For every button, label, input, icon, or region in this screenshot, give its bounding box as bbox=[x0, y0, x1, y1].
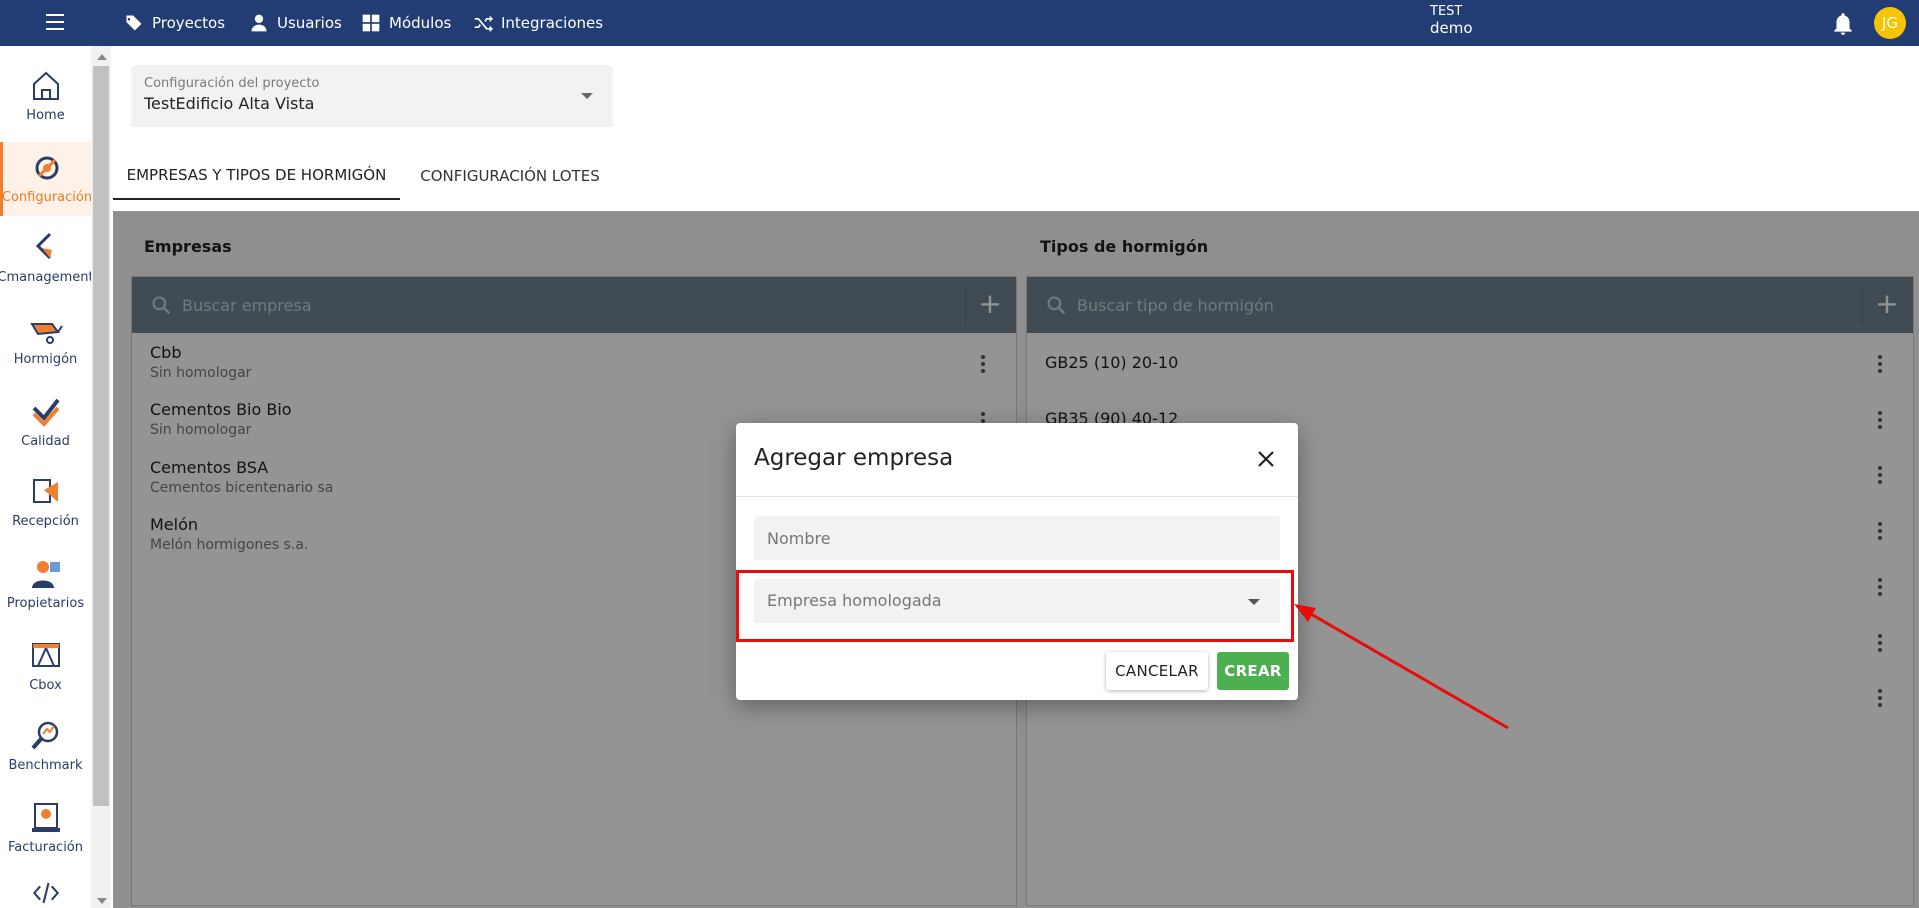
sidebar-label-cbox: Cbox bbox=[29, 678, 62, 693]
nombre-input[interactable] bbox=[754, 516, 1280, 560]
sidebar-item-benchmark[interactable]: Benchmark bbox=[0, 710, 91, 784]
sidebar-item-home[interactable]: Home bbox=[0, 60, 91, 134]
scroll-up-arrow-icon[interactable] bbox=[97, 54, 107, 60]
tab-configuracion-lotes[interactable]: CONFIGURACIÓN LOTES bbox=[400, 152, 620, 200]
sidebar-label-cmanagement: Cmanagement bbox=[0, 270, 91, 285]
sidebar-item-code[interactable] bbox=[0, 870, 91, 908]
sidebar-label-hormigon: Hormigón bbox=[13, 352, 78, 367]
tab-empresas-tipos[interactable]: EMPRESAS Y TIPOS DE HORMIGÓN bbox=[113, 152, 400, 200]
nav-usuarios-label: Usuarios bbox=[277, 14, 342, 32]
sidebar-label-calidad: Calidad bbox=[21, 434, 70, 449]
grid-icon bbox=[362, 14, 380, 32]
shuffle-icon bbox=[474, 15, 493, 33]
create-button[interactable]: CREAR bbox=[1217, 652, 1289, 690]
home-icon bbox=[32, 71, 59, 100]
nav-usuarios[interactable]: Usuarios bbox=[249, 0, 342, 46]
project-select-label: Configuración del proyecto bbox=[144, 76, 320, 91]
sidebar-item-propietarios[interactable]: Propietarios bbox=[0, 548, 91, 622]
code-icon bbox=[32, 882, 59, 904]
cmanagement-icon bbox=[35, 232, 52, 260]
quality-check-icon bbox=[32, 398, 60, 427]
nav-modulos-label: Módulos bbox=[389, 14, 452, 32]
nav-modulos[interactable]: Módulos bbox=[361, 0, 451, 46]
nombre-field[interactable] bbox=[754, 516, 1280, 560]
sidebar-item-cbox[interactable]: Cbox bbox=[0, 630, 91, 704]
sidebar-item-configuracion[interactable]: Configuración bbox=[0, 142, 91, 216]
nav-integraciones-label: Integraciones bbox=[501, 14, 604, 32]
sidebar-item-hormigon[interactable]: Hormigón bbox=[0, 304, 91, 378]
annotation-arrow-icon bbox=[1294, 604, 1509, 730]
avatar[interactable]: JG bbox=[1874, 7, 1906, 39]
dialog-header: Agregar empresa bbox=[736, 423, 1298, 497]
env-line-1: TEST bbox=[1430, 4, 1463, 19]
dialog-title: Agregar empresa bbox=[754, 445, 954, 471]
sidebar-label-configuracion: Configuración bbox=[1, 190, 91, 205]
sidebar-item-recepcion[interactable]: Recepción bbox=[0, 466, 91, 540]
agregar-empresa-dialog: Agregar empresa Empresa homologada bbox=[736, 423, 1298, 700]
sidebar-label-home: Home bbox=[26, 108, 65, 123]
top-navbar: Proyectos Usuarios Módulos Integraciones… bbox=[0, 0, 1919, 46]
sidebar-label-propietarios: Propietarios bbox=[6, 596, 85, 611]
cancel-button[interactable]: CANCELAR bbox=[1106, 652, 1208, 690]
invoice-icon bbox=[31, 803, 60, 832]
sidebar-item-calidad[interactable]: Calidad bbox=[0, 386, 91, 460]
scroll-down-arrow-icon[interactable] bbox=[97, 898, 107, 904]
gear-icon bbox=[35, 156, 59, 180]
nav-integraciones[interactable]: Integraciones bbox=[473, 0, 603, 46]
project-select[interactable]: Configuración del proyecto TestEdificio … bbox=[131, 65, 613, 127]
env-line-2: demo bbox=[1430, 19, 1473, 37]
nav-proyectos[interactable]: Proyectos bbox=[124, 0, 225, 46]
sidebar-label-benchmark: Benchmark bbox=[8, 758, 83, 773]
sidebar-item-facturacion[interactable]: Facturación bbox=[0, 792, 91, 866]
tags-icon bbox=[125, 15, 142, 31]
environment-label: TEST demo bbox=[1430, 3, 1473, 37]
sidebar-scroll-thumb[interactable] bbox=[93, 66, 109, 806]
magnifier-chart-icon bbox=[31, 721, 58, 750]
owner-icon bbox=[31, 561, 60, 588]
user-icon bbox=[251, 14, 267, 32]
sidebar-label-facturacion: Facturación bbox=[8, 840, 83, 855]
wheelbarrow-icon bbox=[29, 323, 63, 344]
sidebar-label-recepcion: Recepción bbox=[12, 514, 79, 529]
sidebar-item-cmanagement[interactable]: Cmanagement bbox=[0, 222, 91, 296]
annotation-highlight-box bbox=[736, 570, 1294, 642]
bell-icon[interactable] bbox=[1830, 11, 1856, 37]
cbox-icon bbox=[31, 643, 60, 667]
page: Proyectos Usuarios Módulos Integraciones… bbox=[0, 0, 1919, 908]
dropdown-caret-icon bbox=[581, 93, 593, 99]
project-select-value: TestEdificio Alta Vista bbox=[144, 94, 315, 113]
close-icon[interactable] bbox=[1256, 449, 1276, 469]
reception-icon bbox=[32, 479, 58, 503]
menu-icon[interactable] bbox=[46, 14, 66, 32]
sidebar: Home Configuración Cmanagement Hormigón … bbox=[0, 46, 91, 908]
nav-proyectos-label: Proyectos bbox=[152, 14, 226, 32]
